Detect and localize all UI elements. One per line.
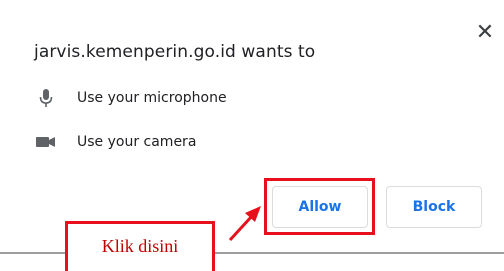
permission-label: Use your camera xyxy=(77,134,197,150)
dialog-title: jarvis.kemenperin.go.id wants to xyxy=(34,42,316,62)
permission-camera: Use your camera xyxy=(34,132,196,152)
permission-dialog: jarvis.kemenperin.go.id wants to ✕ Use y… xyxy=(0,0,504,253)
close-icon[interactable]: ✕ xyxy=(474,22,496,44)
callout-box: Klik disini xyxy=(65,221,215,271)
allow-button[interactable]: Allow xyxy=(272,186,368,228)
block-button[interactable]: Block xyxy=(386,186,482,228)
permission-microphone: Use your microphone xyxy=(34,88,227,108)
callout-text: Klik disini xyxy=(101,236,179,256)
camera-icon xyxy=(34,132,58,152)
permission-label: Use your microphone xyxy=(77,90,227,106)
microphone-icon xyxy=(34,88,58,108)
